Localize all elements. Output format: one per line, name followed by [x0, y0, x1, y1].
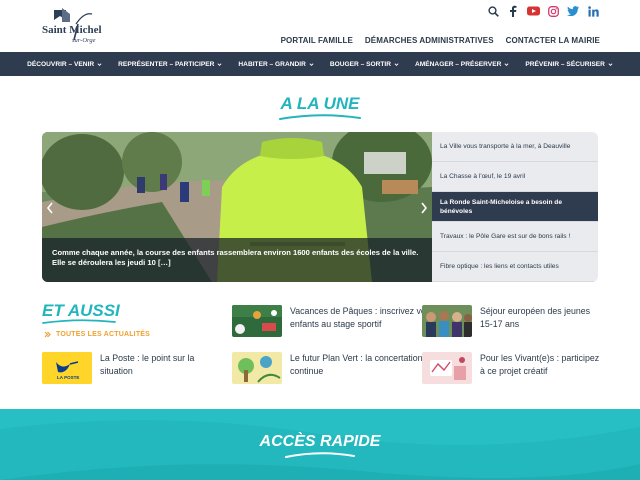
logo-text: Saint Michel — [42, 24, 102, 36]
etaussi-heading: ET AUSSI — [42, 301, 120, 320]
link-portail-famille[interactable]: PORTAIL FAMILLE — [281, 36, 353, 45]
news-card-title: Le futur Plan Vert : la concertation con… — [290, 353, 423, 376]
double-chevron-right-icon — [44, 331, 51, 338]
search-icon[interactable] — [486, 4, 500, 18]
link-contacter-la-mairie[interactable]: CONTACTER LA MAIRIE — [506, 36, 600, 45]
news-thumb-jeunes-groupe — [422, 305, 472, 337]
nav-label: BOUGER – SORTIR — [329, 60, 392, 68]
heading-swoosh-decoration — [279, 114, 361, 120]
site-logo[interactable]: Saint Michel sur-Orge — [40, 6, 102, 46]
news-thumb-plan-vert — [232, 352, 282, 384]
nav-label: HABITER – GRANDIR — [238, 60, 306, 68]
instagram-icon[interactable] — [546, 4, 560, 18]
headline-item-fibre-optique[interactable]: Fibre optique : les liens et contacts ut… — [432, 252, 598, 282]
top-links: PORTAIL FAMILLE DÉMARCHES ADMINISTRATIVE… — [281, 36, 600, 45]
chevron-down-icon — [97, 62, 102, 66]
nav-label: AMÉNAGER – PRÉSERVER — [415, 60, 502, 68]
nav-habiter-grandir[interactable]: HABITER – GRANDIR — [230, 61, 321, 68]
nav-label: REPRÉSENTER – PARTICIPER — [118, 60, 215, 68]
headline-item-deauville[interactable]: La Ville vous transporte à la mer, à Dea… — [432, 132, 598, 162]
nav-label: PRÉVENIR – SÉCURISER — [525, 60, 605, 68]
heading-swoosh-decoration — [285, 452, 355, 458]
logo-subtext: sur-Orge — [72, 37, 96, 44]
news-card-title: La Poste : le point sur la situation — [100, 353, 195, 376]
twitter-icon[interactable] — [566, 4, 580, 18]
chevron-down-icon — [504, 62, 509, 66]
news-card-title: Pour les Vivant(e)s : participez à ce pr… — [480, 353, 600, 376]
heading-swoosh-decoration — [42, 319, 116, 324]
headline-list: La Ville vous transporte à la mer, à Dea… — [432, 132, 598, 282]
news-card-vivantes[interactable]: Pour les Vivant(e)s : participez à ce pr… — [422, 352, 600, 384]
alaune-heading: A LA UNE — [280, 94, 360, 113]
chevron-down-icon — [394, 62, 399, 66]
chevron-down-icon — [309, 62, 314, 66]
all-news-label: TOUTES LES ACTUALITÉS — [56, 331, 151, 338]
news-card-title: Séjour européen des jeunes 15-17 ans — [480, 306, 591, 329]
chevron-down-icon — [217, 62, 222, 66]
news-thumb-stage-sportif — [232, 305, 282, 337]
main-navigation: DÉCOUVRIR – VENIR REPRÉSENTER – PARTICIP… — [0, 52, 640, 76]
headline-item-pole-gare[interactable]: Travaux : le Pôle Gare est sur de bons r… — [432, 222, 598, 252]
news-thumb-la-poste-logo: LA POSTE — [42, 352, 92, 384]
linkedin-icon[interactable] — [586, 4, 600, 18]
slider-next-icon[interactable] — [420, 202, 428, 214]
nav-bouger-sortir[interactable]: BOUGER – SORTIR — [322, 61, 407, 68]
slider-prev-icon[interactable] — [46, 202, 54, 214]
news-card-sejour-europeen[interactable]: Séjour européen des jeunes 15-17 ans — [422, 305, 600, 337]
nav-prevenir-securiser[interactable]: PRÉVENIR – SÉCURISER — [517, 61, 621, 68]
headline-item-chasse-oeuf[interactable]: La Chasse à l'œuf, le 19 avril — [432, 162, 598, 192]
nav-decouvrir-venir[interactable]: DÉCOUVRIR – VENIR — [19, 61, 110, 68]
chevron-down-icon — [608, 62, 613, 66]
news-thumb-vivantes — [422, 352, 472, 384]
social-bar — [486, 4, 600, 18]
news-card-la-poste[interactable]: LA POSTE La Poste : le point sur la situ… — [42, 352, 212, 384]
acces-rapide-section: ACCÈS RAPIDE — [0, 409, 640, 480]
news-card-plan-vert[interactable]: Le futur Plan Vert : la concertation con… — [232, 352, 440, 384]
link-demarches-administratives[interactable]: DÉMARCHES ADMINISTRATIVES — [365, 36, 494, 45]
site-header: Saint Michel sur-Orge PORTAIL FAMILLE DÉ… — [0, 0, 640, 52]
facebook-icon[interactable] — [506, 4, 520, 18]
slide-caption[interactable]: Comme chaque année, la course des enfant… — [42, 238, 432, 282]
all-news-link[interactable]: TOUTES LES ACTUALITÉS — [44, 331, 150, 338]
nav-label: DÉCOUVRIR – VENIR — [27, 60, 95, 68]
acces-rapide-heading: ACCÈS RAPIDE — [259, 433, 381, 450]
la-poste-logo-text: LA POSTE — [57, 375, 80, 380]
headline-item-ronde-benevoles[interactable]: La Ronde Saint-Micheloise a besoin de bé… — [432, 192, 598, 222]
headline-slider[interactable]: Comme chaque année, la course des enfant… — [42, 132, 432, 282]
nav-representer-participer[interactable]: REPRÉSENTER – PARTICIPER — [110, 61, 230, 68]
youtube-icon[interactable] — [526, 4, 540, 18]
nav-amenager-preserver[interactable]: AMÉNAGER – PRÉSERVER — [407, 61, 517, 68]
